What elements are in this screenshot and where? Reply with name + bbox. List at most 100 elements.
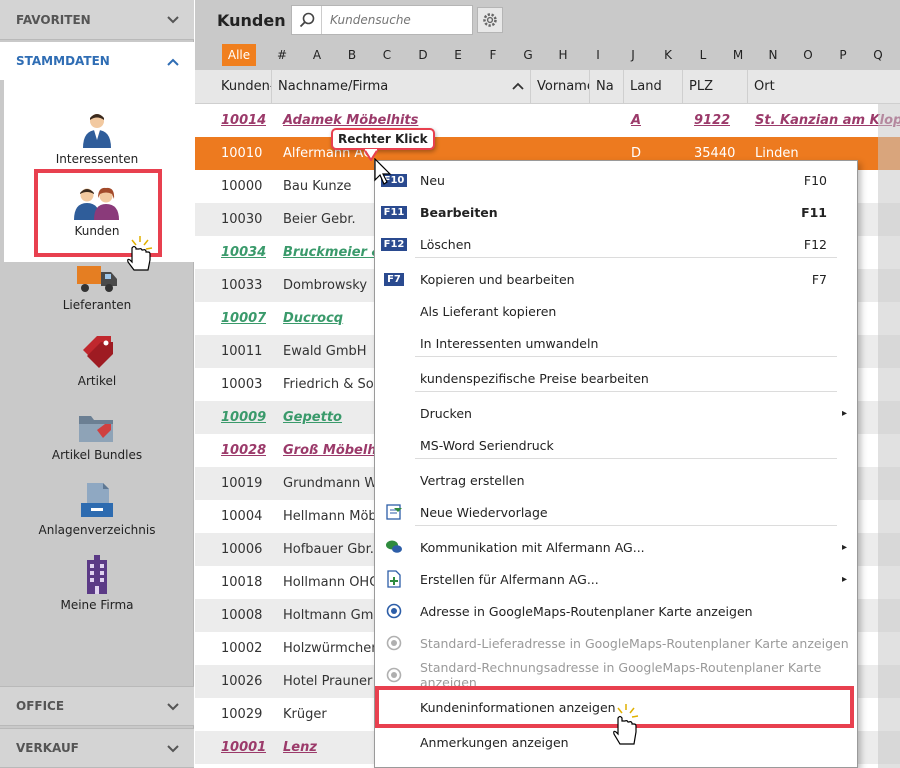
menu-item-label: Erstellen für Alfermann AG... <box>420 571 599 587</box>
menu-item[interactable]: Adresse in GoogleMaps-Routenplaner Karte… <box>375 595 857 627</box>
fkey-badge: F12 <box>380 235 408 253</box>
cell-kunden-nr: 10001 <box>221 740 267 755</box>
sidebar-item-anlagenverzeichnis[interactable]: Anlagenverzeichnis <box>0 471 194 541</box>
cell-kunden-nr: 10010 <box>221 146 263 161</box>
menu-item[interactable]: Erstellen für Alfermann AG... ▸ <box>375 563 857 595</box>
filter-letter[interactable]: C <box>376 40 398 70</box>
menu-item-label: Löschen <box>420 236 472 252</box>
section-office[interactable]: OFFICE <box>0 686 194 726</box>
col-ort[interactable]: Ort <box>748 70 900 104</box>
menu-item[interactable]: F7 Kopieren und bearbeiten F7 <box>375 263 857 295</box>
col-vorname[interactable]: Vorname <box>531 70 590 104</box>
col-na[interactable]: Na <box>590 70 624 104</box>
gear-icon <box>483 13 497 27</box>
fkey-badge: F7 <box>383 270 405 288</box>
sidebar-item-label: Artikel <box>77 374 117 388</box>
col-plz[interactable]: PLZ <box>683 70 748 104</box>
fkey-label: F7 <box>384 272 404 286</box>
section-verkauf-label: VERKAUF <box>16 741 79 755</box>
menu-item-label: Neue Wiedervorlage <box>420 504 548 520</box>
filter-alle[interactable]: Alle <box>222 44 256 66</box>
tag-icon <box>83 336 113 368</box>
search-button[interactable] <box>292 6 322 34</box>
menu-item-label: Adresse in GoogleMaps-Routenplaner Karte… <box>420 603 753 619</box>
menu-item[interactable]: Als Lieferant kopieren <box>375 295 857 327</box>
menu-item[interactable]: MS-Word Seriendruck <box>375 429 857 461</box>
menu-item-shortcut: F11 <box>801 204 827 220</box>
filter-letter[interactable]: E <box>447 40 469 70</box>
folder-tag-icon <box>79 416 113 442</box>
filter-letter[interactable]: J <box>622 40 644 70</box>
table-row[interactable]: 10014 Adamek Möbelhits A 9122 St. Kanzian am… <box>195 104 900 137</box>
note-icon <box>383 503 405 521</box>
menu-item-label: Anmerkungen anzeigen <box>420 734 569 750</box>
menu-item[interactable]: F10 Neu F10 <box>375 164 857 196</box>
scroll-overlay <box>878 104 900 768</box>
section-verkauf[interactable]: VERKAUF <box>0 728 194 768</box>
building-icon <box>87 555 107 594</box>
filter-letter[interactable]: L <box>692 40 714 70</box>
sidebar-item-meine-firma[interactable]: Meine Firma <box>0 546 194 616</box>
filter-letter[interactable]: # <box>271 40 293 70</box>
cell-kunden-nr: 10000 <box>221 179 263 194</box>
menu-item-shortcut: F10 <box>803 172 827 188</box>
sidebar-item-label: Anlagenverzeichnis <box>38 523 156 537</box>
menu-item-label: Neu <box>420 172 445 188</box>
cell-kunden-nr: 10006 <box>221 542 263 557</box>
cell-kunden-nr: 10033 <box>221 278 263 293</box>
cell-kunden-nr: 10002 <box>221 641 263 656</box>
arrow-cursor-icon <box>374 158 392 185</box>
section-stammdaten[interactable]: STAMMDATEN <box>0 42 194 80</box>
chevron-down-icon <box>167 745 179 753</box>
menu-item[interactable]: Kommunikation mit Alfermann AG... ▸ <box>375 531 857 563</box>
section-stammdaten-label: STAMMDATEN <box>16 54 110 68</box>
settings-button[interactable] <box>477 7 503 33</box>
sidebar-item-artikel-bundles[interactable]: Artikel Bundles <box>0 396 194 466</box>
sort-up-icon <box>512 82 524 90</box>
menu-item-label: Standard-Lieferadresse in GoogleMaps-Rou… <box>420 635 849 651</box>
cell-kunden-nr: 10028 <box>221 443 267 458</box>
sidebar-item-lieferanten[interactable]: Lieferanten <box>0 246 194 316</box>
cell-kunden-nr: 10030 <box>221 212 263 227</box>
filter-letter[interactable]: H <box>552 40 574 70</box>
menu-item[interactable]: F12 Löschen F12 <box>375 228 857 260</box>
search-box[interactable] <box>291 5 473 35</box>
col-land[interactable]: Land <box>624 70 683 104</box>
filter-letter[interactable]: N <box>762 40 784 70</box>
section-favoriten[interactable]: FAVORITEN <box>0 0 194 40</box>
filter-letter[interactable]: A <box>306 40 328 70</box>
alphabet-filter: Alle # A B C D E F G H I J K L M N O P Q <box>195 40 900 70</box>
sidebar: FAVORITEN STAMMDATEN Interessenten Kunde… <box>0 0 194 768</box>
menu-item[interactable]: F11 Bearbeiten F11 <box>375 196 857 228</box>
section-office-label: OFFICE <box>16 699 65 713</box>
target-icon <box>383 666 405 684</box>
menu-item[interactable]: Neue Wiedervorlage <box>375 496 857 528</box>
cell-kunden-nr: 10029 <box>221 707 263 722</box>
filter-letter[interactable]: B <box>341 40 363 70</box>
context-menu: F10 Neu F10 F11 Bearbeiten F11 F12 Löschen F12 F7… <box>374 160 858 768</box>
col-kunden[interactable]: Kunden- <box>215 70 272 104</box>
filter-letter[interactable]: O <box>797 40 819 70</box>
cell-kunden-nr: 10026 <box>221 674 263 689</box>
section-favoriten-label: FAVORITEN <box>16 12 91 27</box>
menu-item[interactable]: Drucken ▸ <box>375 397 857 429</box>
col-nachname[interactable]: Nachname/Firma <box>272 70 531 104</box>
cell-kunden-nr: 10008 <box>221 608 263 623</box>
filter-letter[interactable]: Q <box>867 40 889 70</box>
filter-letter[interactable]: M <box>727 40 749 70</box>
sidebar-item-artikel[interactable]: Artikel <box>0 322 194 392</box>
menu-item[interactable]: Vertrag erstellen <box>375 464 857 496</box>
col-nachname-label: Nachname/Firma <box>278 79 389 94</box>
menu-item[interactable]: In Interessenten umwandeln <box>375 327 857 359</box>
filter-letter[interactable]: K <box>657 40 679 70</box>
filter-letter[interactable]: G <box>517 40 539 70</box>
menu-item[interactable]: kundenspezifische Preise bearbeiten <box>375 362 857 394</box>
filter-letter[interactable]: F <box>482 40 504 70</box>
menu-item-shortcut: F12 <box>803 236 827 252</box>
filter-letter[interactable]: P <box>832 40 854 70</box>
filter-letter[interactable]: D <box>412 40 434 70</box>
sidebar-item-interessenten[interactable]: Interessenten <box>0 100 194 170</box>
filter-letter[interactable]: I <box>587 40 609 70</box>
search-input[interactable] <box>322 13 462 27</box>
fkey-label: F12 <box>380 237 408 251</box>
